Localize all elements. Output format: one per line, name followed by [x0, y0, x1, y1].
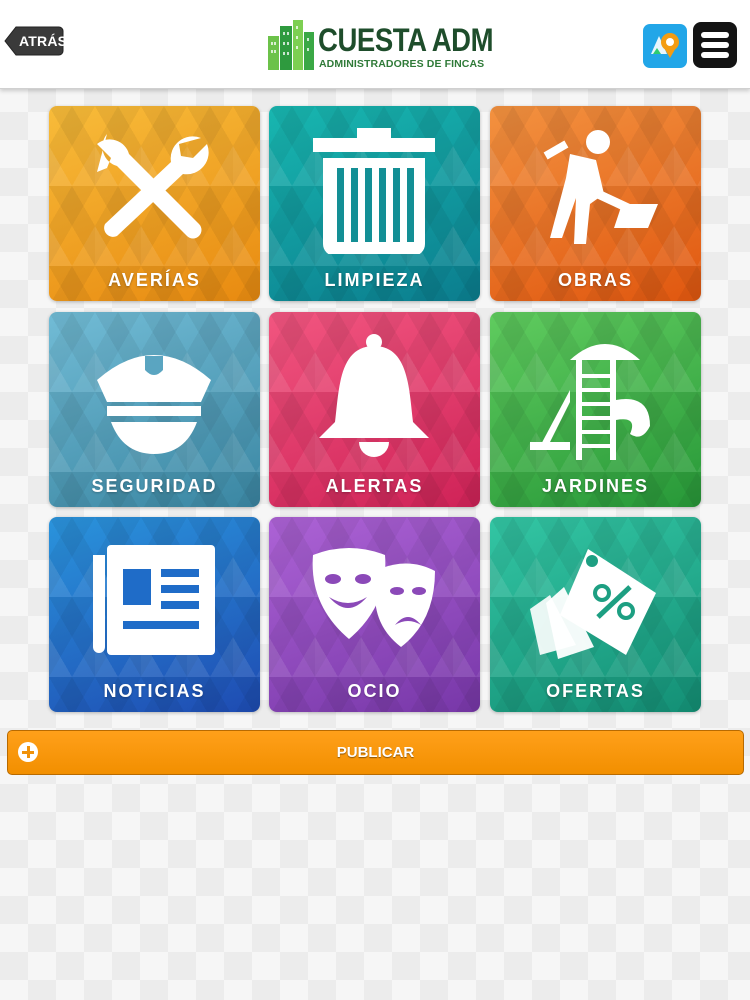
map-button[interactable] — [643, 24, 687, 68]
category-grid: AVERÍAS LIMPIEZA OBRAS SEGURIDAD ALERTAS… — [49, 106, 701, 713]
bell-icon — [319, 334, 429, 457]
tile-ofertas[interactable]: OFERTAS — [490, 517, 701, 712]
construction-worker-icon — [543, 130, 658, 244]
map-pin-icon — [651, 33, 679, 58]
tile-seguridad[interactable]: SEGURIDAD — [49, 312, 260, 507]
tile-label: SEGURIDAD — [91, 476, 218, 496]
tile-limpieza[interactable]: LIMPIEZA — [269, 106, 480, 301]
company-logo: CUESTA ADM ADMINISTRADORES DE FINCAS — [268, 18, 494, 74]
publish-button-label: PUBLICAR — [336, 744, 415, 761]
tile-jardines[interactable]: JARDINES — [490, 312, 701, 507]
buildings-logo-icon — [268, 20, 314, 70]
tile-noticias[interactable]: NOTICIAS — [49, 517, 260, 712]
app-header: ATRÁS CUESTA ADM ADMINISTRADORES DE FINC… — [0, 0, 750, 89]
tile-label: NOTICIAS — [103, 681, 206, 701]
tools-icon — [97, 134, 209, 239]
tile-averias[interactable]: AVERÍAS — [49, 106, 260, 301]
tile-label: OFERTAS — [546, 681, 645, 701]
tile-label: AVERÍAS — [108, 270, 201, 290]
newspaper-icon — [93, 545, 215, 655]
tile-label: JARDINES — [541, 476, 650, 496]
tile-label: ALERTAS — [325, 476, 424, 496]
brand-tagline: ADMINISTRADORES DE FINCAS — [319, 58, 485, 70]
trash-icon — [313, 128, 435, 254]
tile-label: OBRAS — [557, 270, 633, 290]
brand-name: CUESTA ADM — [318, 22, 494, 58]
back-button[interactable]: ATRÁS — [4, 26, 67, 56]
tile-label: LIMPIEZA — [324, 270, 425, 290]
tile-alertas[interactable]: ALERTAS — [269, 312, 480, 507]
publish-button[interactable]: PUBLICAR — [7, 730, 744, 775]
tile-label: OCIO — [347, 681, 402, 701]
menu-button[interactable] — [693, 22, 737, 68]
theater-masks-icon — [312, 548, 435, 647]
tile-ocio[interactable]: OCIO — [269, 517, 480, 712]
price-tag-icon — [530, 549, 656, 659]
police-cap-icon — [97, 355, 211, 454]
back-button-label: ATRÁS — [19, 33, 68, 49]
playground-icon — [530, 344, 650, 460]
tile-obras[interactable]: OBRAS — [490, 106, 701, 301]
